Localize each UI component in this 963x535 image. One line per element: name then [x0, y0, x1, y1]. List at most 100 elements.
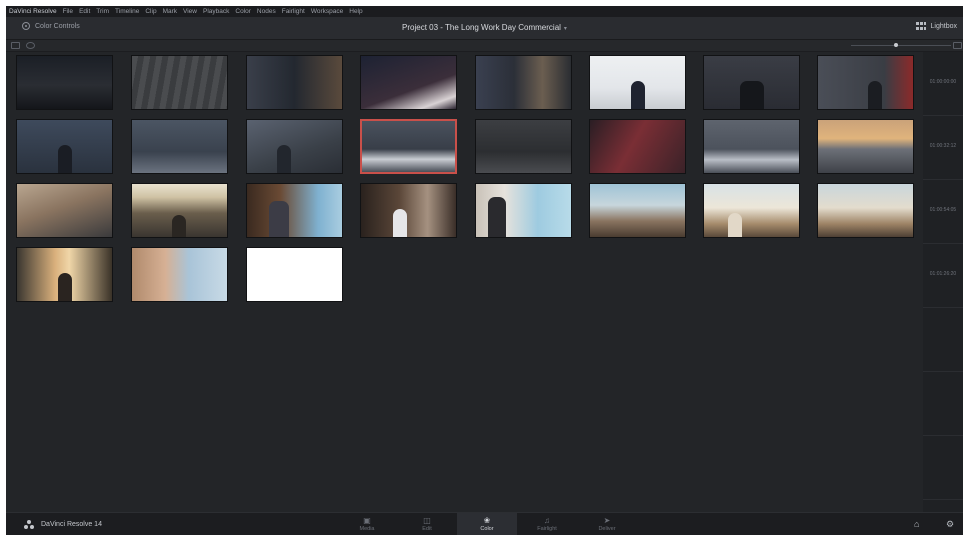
- display-options-icon[interactable]: [26, 42, 35, 49]
- zoom-slider-track[interactable]: [851, 45, 951, 46]
- clip-thumbnail[interactable]: [817, 119, 914, 174]
- page-tab-fairlight[interactable]: ♫ Fairlight: [517, 513, 577, 535]
- menu-view[interactable]: View: [183, 8, 197, 15]
- clip-thumbnail[interactable]: [246, 183, 343, 238]
- gear-icon[interactable]: ⚙: [946, 519, 954, 530]
- chevron-down-icon: ▾: [563, 26, 567, 32]
- timecode-label: 01:01:26:20: [929, 271, 957, 277]
- timecode-row-empty: [923, 372, 963, 436]
- menu-edit[interactable]: Edit: [79, 8, 90, 15]
- menu-timeline[interactable]: Timeline: [115, 8, 139, 15]
- clip-thumbnail[interactable]: [16, 119, 113, 174]
- clip-thumbnail[interactable]: [817, 55, 914, 110]
- person-figure: [58, 273, 72, 301]
- menu-help[interactable]: Help: [349, 8, 362, 15]
- clip-thumbnail[interactable]: [589, 183, 686, 238]
- clip-thumbnail[interactable]: [16, 247, 113, 302]
- list-view-icon[interactable]: [953, 42, 962, 49]
- menu-bar: DaVinci Resolve File Edit Trim Timeline …: [6, 6, 963, 17]
- timecode-row: 01:00:54:05: [923, 180, 963, 244]
- person-figure: [868, 81, 882, 109]
- lightbox-header: Color Controls Project 03 - The Long Wor…: [6, 17, 963, 40]
- page-tab-label: Fairlight: [537, 526, 557, 532]
- page-tab-label: Edit: [422, 526, 432, 532]
- fairlight-icon: ♫: [544, 516, 550, 525]
- color-icon: ❀: [483, 516, 491, 525]
- menu-file[interactable]: File: [63, 8, 73, 15]
- timecode-label: 01:00:32:12: [929, 143, 957, 149]
- menu-clip[interactable]: Clip: [145, 8, 156, 15]
- page-tab-edit[interactable]: ◫ Edit: [397, 513, 457, 535]
- lightbox-label: Lightbox: [930, 22, 957, 30]
- timecode-row: 01:01:26:20: [923, 244, 963, 308]
- deliver-icon: ➤: [603, 516, 611, 525]
- clip-thumbnail[interactable]: [589, 119, 686, 174]
- clip-thumbnail[interactable]: [16, 55, 113, 110]
- zoom-slider-handle[interactable]: [894, 43, 898, 47]
- clip-thumbnail[interactable]: [589, 55, 686, 110]
- timecode-row-empty: [923, 308, 963, 372]
- page-tab-deliver[interactable]: ➤ Deliver: [577, 513, 637, 535]
- grid-icon: [915, 22, 926, 30]
- clip-thumbnail[interactable]: [475, 55, 572, 110]
- page-tab-label: Media: [359, 526, 375, 532]
- page-tab-color[interactable]: ❀ Color: [457, 513, 517, 535]
- person-figure: [488, 197, 506, 237]
- clip-thumbnail[interactable]: [360, 55, 457, 110]
- clip-thumbnail-blank[interactable]: [246, 247, 343, 302]
- menu-workspace[interactable]: Workspace: [311, 8, 343, 15]
- clip-thumbnail[interactable]: [246, 119, 343, 174]
- timecode-row: 01:00:32:12: [923, 116, 963, 180]
- timecode-row: 01:00:00:00: [923, 52, 963, 116]
- clip-thumbnail[interactable]: [703, 55, 800, 110]
- clip-thumbnail[interactable]: [131, 247, 228, 302]
- menu-davinci-resolve[interactable]: DaVinci Resolve: [9, 8, 57, 15]
- clip-thumbnail[interactable]: [246, 55, 343, 110]
- clip-thumbnail[interactable]: [703, 183, 800, 238]
- person-figure: [58, 145, 72, 173]
- clip-thumbnail[interactable]: [703, 119, 800, 174]
- clip-thumbnail[interactable]: [360, 183, 457, 238]
- page-tab-label: Deliver: [598, 526, 616, 532]
- person-figure: [277, 145, 291, 173]
- clip-thumbnail[interactable]: [131, 119, 228, 174]
- lightbox-button[interactable]: Lightbox: [915, 22, 957, 30]
- clip-thumbnail[interactable]: [131, 55, 228, 110]
- brand-label: DaVinci Resolve 14: [41, 521, 102, 528]
- person-figure: [740, 81, 764, 109]
- menu-nodes[interactable]: Nodes: [257, 8, 276, 15]
- person-figure: [728, 213, 742, 237]
- home-icon[interactable]: ⌂: [914, 519, 919, 529]
- davinci-logo-icon: [24, 520, 35, 529]
- project-title[interactable]: Project 03 - The Long Work Day Commercia…: [6, 23, 963, 32]
- clip-thumbnail[interactable]: [16, 183, 113, 238]
- person-figure: [393, 209, 407, 237]
- media-icon: ▣: [363, 516, 371, 525]
- clip-thumbnail[interactable]: [131, 183, 228, 238]
- clip-thumbnail[interactable]: [475, 119, 572, 174]
- menu-trim[interactable]: Trim: [96, 8, 109, 15]
- menu-playback[interactable]: Playback: [203, 8, 229, 15]
- person-figure: [269, 201, 289, 237]
- page-tab-media[interactable]: ▣ Media: [337, 513, 397, 535]
- clip-thumbnail[interactable]: [475, 183, 572, 238]
- timecode-row-empty: [923, 436, 963, 500]
- timecode-label: 01:00:00:00: [929, 79, 957, 85]
- edit-icon: ◫: [423, 516, 431, 525]
- page-tab-label: Color: [480, 526, 494, 532]
- project-title-text: Project 03 - The Long Work Day Commercia…: [402, 23, 561, 32]
- person-figure: [172, 215, 186, 237]
- menu-fairlight[interactable]: Fairlight: [282, 8, 305, 15]
- davinci-resolve-window: DaVinci Resolve File Edit Trim Timeline …: [6, 6, 963, 535]
- clip-thumbnail[interactable]: [817, 183, 914, 238]
- page-navigation-bar: DaVinci Resolve 14 ▣ Media ◫ Edit ❀ Colo…: [6, 512, 963, 535]
- person-figure: [631, 81, 645, 109]
- menu-mark[interactable]: Mark: [163, 8, 177, 15]
- view-mode-icon[interactable]: [11, 42, 20, 49]
- brand: DaVinci Resolve 14: [24, 520, 102, 529]
- timecode-column: 01:00:00:00 01:00:32:12 01:00:54:05 01:0…: [923, 52, 963, 518]
- timecode-label: 01:00:54:05: [929, 207, 957, 213]
- menu-color[interactable]: Color: [235, 8, 251, 15]
- clip-thumbnail-selected[interactable]: [360, 119, 457, 174]
- lightbox-toolbar: [6, 40, 963, 52]
